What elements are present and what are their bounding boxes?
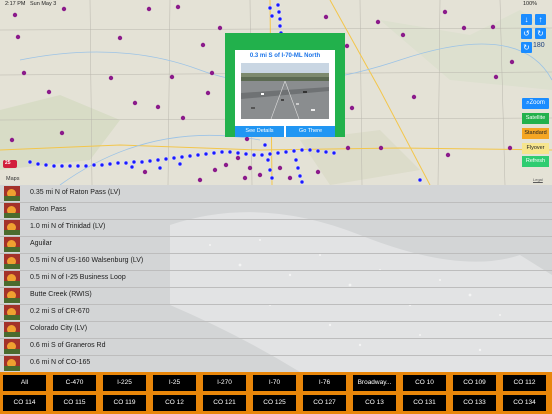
camera-list-label: Raton Pass	[30, 206, 67, 213]
camera-thumbnail	[4, 305, 20, 320]
route-tab[interactable]: CO 131	[403, 395, 446, 411]
map-view[interactable]: 25 Maps Legal 0.3 mi S of I-70-ML North …	[0, 0, 552, 185]
rotation-value: 180	[533, 42, 545, 49]
camera-list-row[interactable]: Colorado City (LV)	[0, 321, 552, 339]
flyover-button[interactable]: Flyover	[522, 143, 549, 154]
camera-callout-body: 0.3 mi S of I-70-ML North See Details Go…	[235, 50, 335, 137]
camera-thumbnail	[4, 237, 20, 252]
camera-callout-title: 0.3 mi S of I-70-ML North	[249, 53, 321, 59]
camera-list-row[interactable]: 0.6 mi N of CO-165	[0, 355, 552, 372]
route-tab[interactable]: CO 125	[253, 395, 296, 411]
route-tab[interactable]: Broadway...	[353, 375, 396, 391]
camera-list-row[interactable]: 0.2 mi S of CR-670	[0, 304, 552, 322]
camera-list-row[interactable]: Butte Creek (RWIS)	[0, 287, 552, 305]
route-tab[interactable]: CO 12	[153, 395, 196, 411]
satellite-button[interactable]: Satellite	[522, 113, 549, 124]
refresh-button[interactable]: Refresh	[522, 156, 549, 167]
route-tab[interactable]: I-70	[253, 375, 296, 391]
camera-thumbnail	[4, 271, 20, 286]
camera-thumbnail	[4, 288, 20, 303]
rotate-right-icon[interactable]: ↻	[535, 28, 546, 39]
zoom-button-label: Zoom	[529, 100, 545, 106]
camera-list-row[interactable]: 0.6 mi S of Graneros Rd	[0, 338, 552, 356]
route-tab[interactable]: CO 115	[53, 395, 96, 411]
route-tab[interactable]: CO 10	[403, 375, 446, 391]
camera-snapshot-image[interactable]	[241, 63, 329, 119]
maps-attribution: Maps	[6, 176, 20, 182]
camera-list-label: 1.0 mi N of Trinidad (LV)	[30, 223, 106, 230]
camera-thumbnail	[4, 203, 20, 218]
zoom-button[interactable]: ⌕Zoom	[522, 98, 549, 109]
camera-thumbnail	[4, 356, 20, 371]
standard-button[interactable]: Standard	[522, 128, 549, 139]
route-tab[interactable]: CO 114	[3, 395, 46, 411]
camera-list-row[interactable]: Raton Pass	[0, 202, 552, 220]
camera-list-label: Colorado City (LV)	[30, 325, 88, 332]
route-tab-bar: All C-470 I-225 I-25 I-270 I-70 I-76 Broadway..…	[0, 372, 552, 414]
status-bar: 2:17 PM Sun May 3 100%	[0, 0, 552, 9]
route-tab[interactable]: CO 133	[453, 395, 496, 411]
camera-thumbnail	[4, 254, 20, 269]
route-tab[interactable]: CO 119	[103, 395, 146, 411]
camera-list-row[interactable]: Aguilar	[0, 236, 552, 254]
rotate-reset-icon[interactable]: ↻	[521, 42, 532, 53]
route-tab[interactable]: CO 13	[353, 395, 396, 411]
camera-list-label: 0.5 mi N of US-160 Walsenburg (LV)	[30, 257, 144, 264]
route-tab[interactable]: CO 109	[453, 375, 496, 391]
status-date: Sun May 3	[30, 1, 57, 7]
camera-thumbnail	[4, 339, 20, 354]
route-tab[interactable]: I-76	[303, 375, 346, 391]
status-battery: 100%	[523, 1, 538, 7]
camera-list-row[interactable]: 0.5 mi N of I-25 Business Loop	[0, 270, 552, 288]
route-tab[interactable]: All	[3, 375, 46, 391]
camera-list-label: 0.2 mi S of CR-670	[30, 308, 90, 315]
camera-list-label: 0.5 mi N of I-25 Business Loop	[30, 274, 126, 281]
status-time: 2:17 PM	[5, 1, 26, 7]
route-tab[interactable]: CO 121	[203, 395, 246, 411]
route-tab[interactable]: CO 134	[503, 395, 546, 411]
route-tab[interactable]: C-470	[53, 375, 96, 391]
camera-list-label: 0.35 mi N of Raton Pass (LV)	[30, 189, 121, 196]
camera-callout: 0.3 mi S of I-70-ML North See Details Go…	[225, 33, 345, 137]
go-there-button[interactable]: Go There	[286, 126, 335, 137]
camera-thumbnail	[4, 186, 20, 201]
camera-list[interactable]: 0.35 mi N of Raton Pass (LV) Raton Pass 1.…	[0, 185, 552, 372]
rotate-left-icon[interactable]: ↺	[521, 28, 532, 39]
camera-list-row[interactable]: 0.5 mi N of US-160 Walsenburg (LV)	[0, 253, 552, 271]
arrow-down-icon[interactable]: ↓	[521, 14, 532, 25]
camera-list-label: 0.6 mi S of Graneros Rd	[30, 342, 106, 349]
camera-list-label: Butte Creek (RWIS)	[30, 291, 92, 298]
camera-thumbnail	[4, 220, 20, 235]
route-tab[interactable]: I-25	[153, 375, 196, 391]
arrow-up-icon[interactable]: ↑	[535, 14, 546, 25]
route-tab[interactable]: I-225	[103, 375, 146, 391]
route-tab[interactable]: CO 112	[503, 375, 546, 391]
camera-list-row[interactable]: 1.0 mi N of Trinidad (LV)	[0, 219, 552, 237]
interstate-shield-label: 25	[5, 160, 11, 166]
legal-link[interactable]: Legal	[533, 177, 543, 182]
route-tab[interactable]: I-270	[203, 375, 246, 391]
camera-thumbnail	[4, 322, 20, 337]
camera-list-label: 0.6 mi N of CO-165	[30, 359, 91, 366]
camera-list-label: Aguilar	[30, 240, 52, 247]
route-tab[interactable]: CO 127	[303, 395, 346, 411]
see-details-button[interactable]: See Details	[235, 126, 284, 137]
camera-list-row[interactable]: 0.35 mi N of Raton Pass (LV)	[0, 185, 552, 203]
